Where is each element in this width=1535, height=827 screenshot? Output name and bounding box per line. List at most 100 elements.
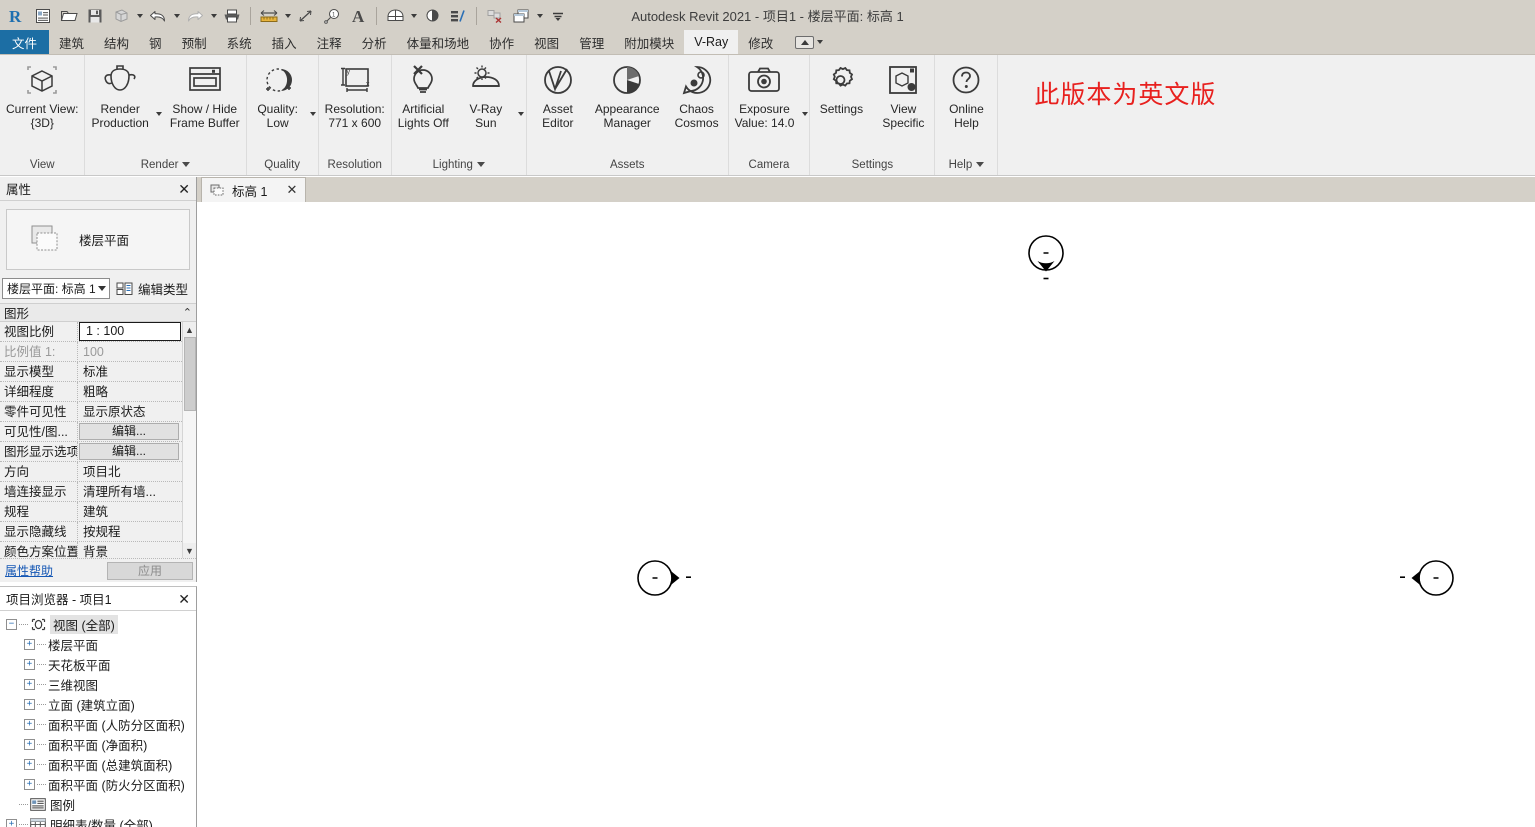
- expand-icon[interactable]: +: [24, 678, 35, 690]
- aligned-dimension-icon[interactable]: [293, 3, 319, 29]
- scroll-track[interactable]: [182, 337, 196, 543]
- show-hide-frame-buffer-button[interactable]: Show / Hide Frame Buffer: [164, 61, 246, 130]
- ribbon-tab-12[interactable]: 管理: [569, 30, 614, 54]
- render-production-button[interactable]: Render Production: [85, 61, 154, 130]
- property-value[interactable]: 清理所有墙...: [78, 482, 182, 502]
- ribbon-tab-8[interactable]: 分析: [352, 30, 397, 54]
- online-help-button[interactable]: Online Help: [935, 61, 997, 130]
- view-specific-button[interactable]: View Specific: [872, 61, 934, 130]
- scroll-down-icon[interactable]: ▼: [182, 543, 196, 558]
- exposure-value-button-dropdown-icon[interactable]: [800, 112, 809, 116]
- property-row[interactable]: 比例值 1: 100: [0, 341, 182, 362]
- ribbon-tab-7[interactable]: 注释: [307, 30, 352, 54]
- property-edit-button[interactable]: 编辑...: [79, 423, 179, 440]
- customize-qat-icon[interactable]: [545, 3, 571, 29]
- text-icon[interactable]: A: [345, 3, 371, 29]
- property-value[interactable]: 显示原状态: [78, 402, 182, 422]
- section-icon[interactable]: [419, 3, 445, 29]
- property-row[interactable]: 视图比例 1 : 100: [0, 322, 182, 342]
- browser-node-1[interactable]: + 楼层平面: [0, 634, 196, 654]
- elevation-marker-west[interactable]: [626, 543, 696, 613]
- browser-node-6[interactable]: + 面积平面 (净面积): [0, 734, 196, 754]
- close-icon[interactable]: ✕: [178, 182, 190, 196]
- property-row[interactable]: 图形显示选项 编辑...: [0, 441, 182, 462]
- property-row[interactable]: 颜色方案位置 背景: [0, 541, 182, 559]
- property-value[interactable]: 背景: [78, 542, 182, 559]
- browser-node-9[interactable]: 图例: [0, 794, 196, 814]
- scroll-up-icon[interactable]: ▲: [182, 322, 196, 337]
- property-row[interactable]: 显示模型 标准: [0, 361, 182, 382]
- vray-sun-button-dropdown-icon[interactable]: [517, 112, 526, 116]
- edit-type-button[interactable]: 编辑类型: [116, 279, 188, 298]
- open-icon[interactable]: [56, 3, 82, 29]
- expand-icon[interactable]: +: [24, 718, 35, 730]
- undo-dropdown-icon[interactable]: [171, 3, 182, 29]
- undo-icon[interactable]: [145, 3, 171, 29]
- ribbon-tab-14[interactable]: V-Ray: [684, 30, 739, 54]
- save-as-icon[interactable]: [108, 3, 134, 29]
- browser-node-5[interactable]: + 面积平面 (人防分区面积): [0, 714, 196, 734]
- default-3d-view-icon[interactable]: [382, 3, 408, 29]
- browser-node-2[interactable]: + 天花板平面: [0, 654, 196, 674]
- drawing-canvas[interactable]: [198, 202, 1535, 827]
- ribbon-tab-0[interactable]: 文件: [0, 30, 50, 54]
- ribbon-tab-4[interactable]: 预制: [172, 30, 217, 54]
- measure-dropdown-icon[interactable]: [282, 3, 293, 29]
- revit-logo-icon[interactable]: R: [4, 3, 30, 29]
- ribbon-tab-1[interactable]: 建筑: [49, 30, 94, 54]
- property-edit-button[interactable]: 编辑...: [79, 443, 179, 460]
- close-hidden-windows-icon[interactable]: [482, 3, 508, 29]
- close-icon[interactable]: ✕: [178, 592, 190, 606]
- quality-button[interactable]: Quality: Low: [247, 61, 309, 130]
- panel-expander-icon[interactable]: [976, 162, 985, 167]
- ribbon-tab-5[interactable]: 系统: [217, 30, 262, 54]
- browser-node-7[interactable]: + 面积平面 (总建筑面积): [0, 754, 196, 774]
- property-value[interactable]: 粗略: [78, 382, 182, 402]
- browser-node-3[interactable]: + 三维视图: [0, 674, 196, 694]
- view-tab-level-1[interactable]: 标高 1 ✕: [201, 177, 307, 202]
- close-icon[interactable]: ✕: [274, 182, 297, 198]
- apply-button[interactable]: 应用: [107, 561, 193, 580]
- properties-scrollbar[interactable]: ▲ ▼: [182, 322, 196, 558]
- property-row[interactable]: 方向 项目北: [0, 461, 182, 482]
- elevation-marker-east[interactable]: [1395, 543, 1465, 613]
- current-view-button[interactable]: Current View: {3D}: [0, 61, 84, 130]
- chaos-cosmos-button[interactable]: Chaos Cosmos: [666, 61, 728, 130]
- exposure-value-button[interactable]: Exposure Value: 14.0: [729, 61, 801, 130]
- thin-lines-icon[interactable]: [445, 3, 471, 29]
- expand-icon[interactable]: +: [24, 698, 35, 710]
- ribbon-tab-2[interactable]: 结构: [94, 30, 139, 54]
- resolution-button[interactable]: y x Resolution: 771 x 600: [319, 61, 391, 130]
- vray-sun-button[interactable]: V-Ray Sun: [455, 61, 517, 130]
- property-value[interactable]: 按规程: [78, 522, 182, 542]
- expand-icon[interactable]: +: [24, 638, 35, 650]
- appearance-manager-button[interactable]: Appearance Manager: [589, 61, 666, 130]
- tag-icon[interactable]: 1: [319, 3, 345, 29]
- property-value[interactable]: 标准: [78, 362, 182, 382]
- expand-icon[interactable]: +: [24, 778, 35, 790]
- type-selector[interactable]: 楼层平面: 标高 1: [2, 278, 110, 299]
- property-row[interactable]: 墙连接显示 清理所有墙...: [0, 481, 182, 502]
- expand-icon[interactable]: +: [24, 738, 35, 750]
- panel-expander-icon[interactable]: [182, 162, 191, 167]
- print-icon[interactable]: [219, 3, 245, 29]
- switch-windows-icon[interactable]: [508, 3, 534, 29]
- browser-node-4[interactable]: + 立面 (建筑立面): [0, 694, 196, 714]
- collapse-icon[interactable]: −: [6, 618, 17, 630]
- property-row[interactable]: 零件可见性 显示原状态: [0, 401, 182, 422]
- property-value[interactable]: 100: [78, 342, 182, 362]
- settings-button[interactable]: Settings: [810, 61, 872, 116]
- ribbon-tab-3[interactable]: 钢: [139, 30, 172, 54]
- property-row[interactable]: 可见性/图... 编辑...: [0, 421, 182, 442]
- ribbon-tab-11[interactable]: 视图: [524, 30, 569, 54]
- property-value[interactable]: 1 : 100: [79, 322, 181, 341]
- expand-icon[interactable]: +: [24, 658, 35, 670]
- render-production-button-dropdown-icon[interactable]: [155, 112, 164, 116]
- redo-dropdown-icon[interactable]: [208, 3, 219, 29]
- browser-node-8[interactable]: + 面积平面 (防火分区面积): [0, 774, 196, 794]
- property-value[interactable]: 项目北: [78, 462, 182, 482]
- browser-node-10[interactable]: + 明细表/数量 (全部): [0, 814, 196, 827]
- ribbon-tab-15[interactable]: 修改: [738, 30, 783, 54]
- properties-help-link[interactable]: 属性帮助: [3, 562, 53, 579]
- ribbon-tab-9[interactable]: 体量和场地: [397, 30, 480, 54]
